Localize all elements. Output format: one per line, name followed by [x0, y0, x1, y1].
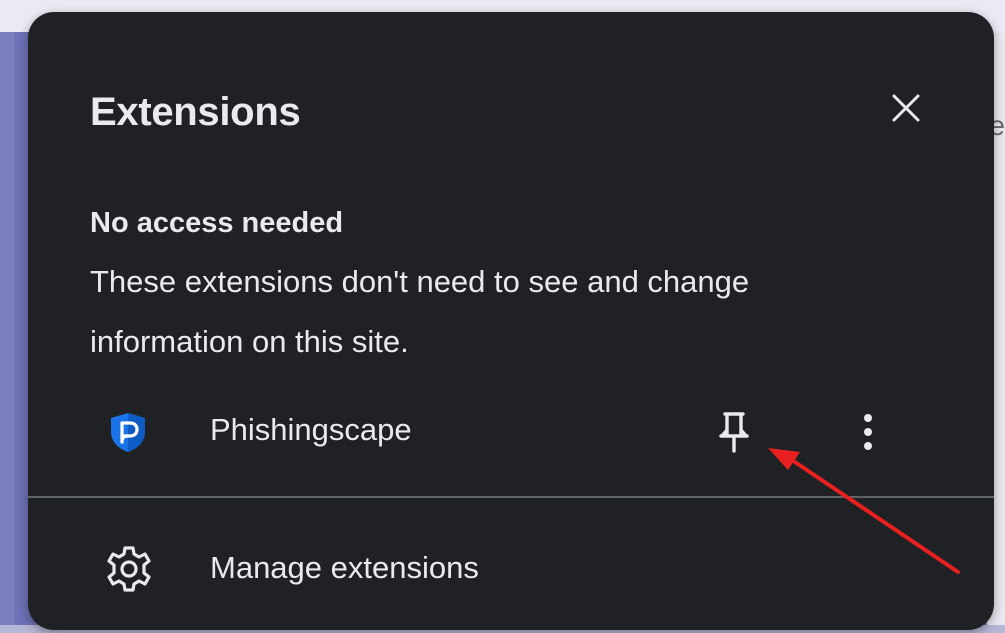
- gear-icon: [107, 546, 151, 592]
- close-button[interactable]: [884, 86, 928, 130]
- manage-extensions-label: Manage extensions: [210, 550, 479, 585]
- extension-row-phishingscape[interactable]: Phishingscape: [28, 392, 994, 472]
- browser-background-left: [0, 32, 14, 633]
- extension-more-options-button[interactable]: [844, 406, 892, 458]
- phishingscape-shield-icon: [111, 413, 145, 452]
- section-heading: No access needed: [90, 207, 344, 239]
- section-description: These extensions don't need to see and c…: [90, 264, 750, 359]
- manage-extensions-button[interactable]: Manage extensions: [28, 526, 994, 606]
- popup-title: Extensions: [90, 90, 301, 134]
- divider: [28, 496, 994, 498]
- extensions-popup: Extensions No access needed These extens…: [28, 12, 994, 630]
- close-icon: [892, 94, 920, 122]
- extension-name: Phishingscape: [210, 412, 412, 447]
- pin-extension-button[interactable]: [708, 406, 760, 458]
- more-vert-icon: [864, 414, 872, 450]
- pin-icon: [719, 412, 749, 453]
